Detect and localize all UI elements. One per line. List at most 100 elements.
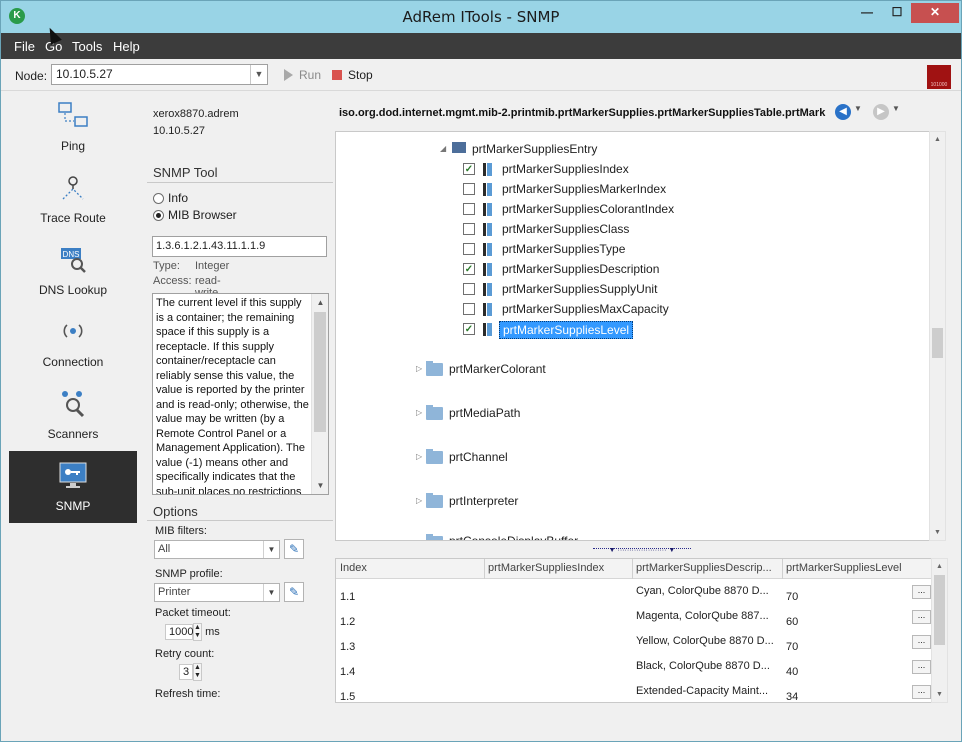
minimize-button[interactable]: — [853,3,881,23]
packet-timeout-stepper[interactable]: 1000▲ ▼ ms [165,623,220,641]
expand-arrow-icon[interactable]: ▷ [416,452,422,461]
menu-help[interactable]: Help [113,39,140,54]
nav-item-scanners[interactable]: Scanners [9,379,137,451]
tree-node-folder[interactable]: prtInterpreter [449,494,518,508]
edit-mib-filters-button[interactable]: ✎ [284,539,304,559]
menu-file[interactable]: File [14,39,35,54]
menu-bar: File Go Tools Help [1,33,961,59]
tree-node-leaf[interactable]: prtMarkerSuppliesDescription [502,262,659,276]
row-more-button[interactable]: ... [912,660,931,674]
node-combobox[interactable]: 10.10.5.27 [51,64,268,85]
table-row[interactable]: 1.4 Black, ColorQube 8870 D... 40... [336,660,936,682]
table-row[interactable]: 1.2 Magenta, ColorQube 887... 60... [336,610,936,632]
tree-node-folder[interactable]: prtMarkerColorant [449,362,546,376]
connection-icon [63,324,83,338]
mib-filters-select[interactable]: All ▼ [154,540,280,559]
title-bar: K AdRem ITools - SNMP — ☐ ✕ [1,1,961,33]
checkbox-unchecked[interactable] [463,243,475,255]
scroll-down-icon[interactable]: ▼ [930,525,945,540]
snmp-profile-select[interactable]: Printer ▼ [154,583,280,602]
checkbox-checked[interactable]: ✓ [463,323,475,335]
maximize-button[interactable]: ☐ [883,3,911,23]
forward-arrow-icon[interactable]: ▶ [873,104,889,120]
nav-label-snmp: SNMP [55,499,91,513]
edit-snmp-profile-button[interactable]: ✎ [284,582,304,602]
stepper-arrows-icon[interactable]: ▲ ▼ [193,623,202,641]
close-button[interactable]: ✕ [911,3,959,23]
checkbox-unchecked[interactable] [463,303,475,315]
tree-node-leaf[interactable]: prtMarkerSuppliesColorantIndex [502,202,674,216]
column-header-supplies-index[interactable]: prtMarkerSuppliesIndex [488,562,628,574]
nav-item-snmp[interactable]: SNMP [9,451,137,523]
expand-arrow-icon[interactable]: ▷ [416,496,422,505]
checkbox-unchecked[interactable] [463,203,475,215]
tree-node-leaf[interactable]: prtMarkerSuppliesClass [502,222,629,236]
cell-level: 40 [786,666,799,678]
trace-route-icon [62,176,84,200]
panel-splitter[interactable]: ▼ ····················· ▼ [593,547,691,554]
divider [147,182,333,183]
nav-item-trace-route[interactable]: Trace Route [9,163,137,235]
scroll-up-icon[interactable]: ▲ [312,294,329,311]
tree-node-leaf[interactable]: prtMarkerSuppliesSupplyUnit [502,282,657,296]
description-scrollbar[interactable]: ▲ ▼ [311,294,328,494]
table-row[interactable]: 1.3 Yellow, ColorQube 8870 D... 70... [336,635,936,657]
table-row[interactable]: 1.5 Extended-Capacity Maint... 34... [336,685,936,702]
scroll-up-icon[interactable]: ▲ [930,132,945,147]
row-more-button[interactable]: ... [912,610,931,624]
chevron-down-icon[interactable]: ▼ [250,65,267,84]
oid-path-breadcrumb: iso.org.dod.internet.mgmt.mib-2.printmib… [339,107,826,119]
tree-node-entry[interactable]: prtMarkerSuppliesEntry [472,142,597,156]
scroll-up-icon[interactable]: ▲ [932,559,947,574]
column-header-level[interactable]: prtMarkerSuppliesLevel [786,562,912,574]
stop-button[interactable]: Stop [332,68,373,82]
table-row[interactable]: 1.1 Cyan, ColorQube 8870 D... 70... [336,585,936,607]
checkbox-checked[interactable]: ✓ [463,263,475,275]
tool-nav: Ping Trace Route DNS DNS Lookup Connecti… [9,91,137,523]
nav-item-ping[interactable]: Ping [9,91,137,163]
checkbox-checked[interactable]: ✓ [463,163,475,175]
checkbox-unchecked[interactable] [463,283,475,295]
row-more-button[interactable]: ... [912,635,931,649]
scroll-thumb[interactable] [314,312,326,432]
tree-node-folder[interactable]: prtConsoleDisplayBuffer [449,534,578,540]
checkbox-unchecked[interactable] [463,223,475,235]
retry-count-stepper[interactable]: 3 ▲ ▼ [179,663,202,681]
scroll-down-icon[interactable]: ▼ [932,687,947,702]
results-table: Index prtMarkerSuppliesIndex prtMarkerSu… [335,558,945,703]
mib-tree: ◢ prtMarkerSuppliesEntry ✓ prtMarkerSuppl… [335,131,945,541]
expand-arrow-icon[interactable]: ▷ [416,408,422,417]
tree-scrollbar[interactable]: ▲ ▼ [929,131,946,541]
tree-node-folder[interactable]: prtChannel [449,450,508,464]
scroll-thumb[interactable] [934,575,945,645]
radio-info[interactable]: Info [153,191,188,205]
menu-tools[interactable]: Tools [72,39,102,54]
stepper-arrows-icon[interactable]: ▲ ▼ [193,663,202,681]
expand-arrow-icon[interactable]: ▷ [416,364,422,373]
checkbox-unchecked[interactable] [463,183,475,195]
scroll-thumb[interactable] [932,328,943,358]
back-dropdown-icon[interactable]: ▼ [854,104,862,113]
scroll-down-icon[interactable]: ▼ [312,477,329,494]
forward-dropdown-icon[interactable]: ▼ [892,104,900,113]
radio-mib-browser[interactable]: MIB Browser [153,208,237,222]
oid-field[interactable]: 1.3.6.1.2.1.43.11.1.1.9 [152,236,327,257]
row-more-button[interactable]: ... [912,685,931,699]
table-scrollbar[interactable]: ▲ ▼ [931,558,948,703]
row-more-button[interactable]: ... [912,585,931,599]
column-header-index[interactable]: Index [340,562,480,574]
nav-item-connection[interactable]: Connection [9,307,137,379]
tree-node-leaf[interactable]: prtMarkerSuppliesMarkerIndex [502,182,666,196]
nav-item-dns-lookup[interactable]: DNS DNS Lookup [9,235,137,307]
collapse-arrow-icon[interactable]: ◢ [440,144,446,153]
svg-text:DNS: DNS [63,250,80,259]
description-textarea[interactable]: The current level if this supply is a co… [152,293,329,495]
tree-node-leaf[interactable]: prtMarkerSuppliesLevel [499,321,634,339]
tree-node-folder[interactable]: prtMediaPath [449,406,520,420]
tree-node-leaf[interactable]: prtMarkerSuppliesIndex [502,162,629,176]
tree-node-leaf[interactable]: prtMarkerSuppliesMaxCapacity [502,302,669,316]
run-button[interactable]: Run [284,68,321,82]
column-header-description[interactable]: prtMarkerSuppliesDescrip... [636,562,782,574]
tree-node-leaf[interactable]: prtMarkerSuppliesType [502,242,625,256]
back-arrow-icon[interactable]: ◀ [835,104,851,120]
